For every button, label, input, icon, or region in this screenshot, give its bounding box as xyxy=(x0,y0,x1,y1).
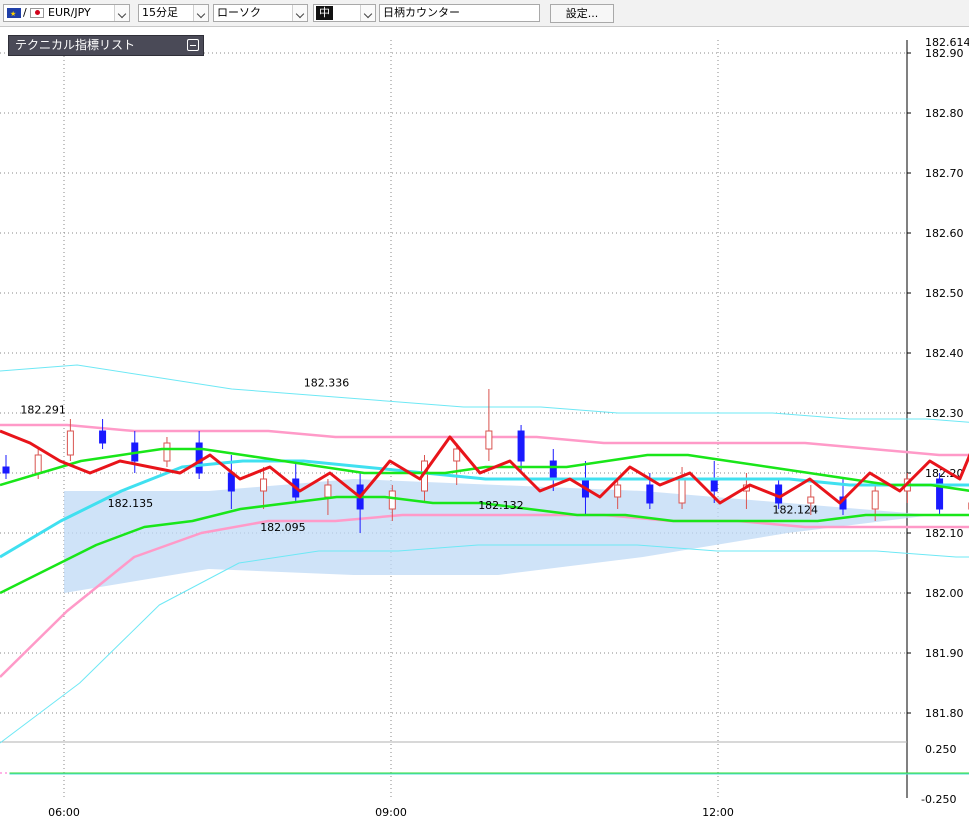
indicator-panel-title: テクニカル指標リスト xyxy=(15,38,136,52)
day-counter-label: 日柄カウンター xyxy=(383,6,460,19)
price-tick-label: 181.80 xyxy=(925,707,964,720)
time-tick-label: 12:00 xyxy=(702,806,734,819)
symbol-separator: / xyxy=(23,6,27,19)
timeframe-select[interactable]: 15分足 xyxy=(138,4,209,22)
chart-style-label: ローソク xyxy=(217,6,261,19)
price-chart[interactable]: 182.90182.80182.70182.60182.50182.40182.… xyxy=(0,27,969,822)
candle-body xyxy=(807,496,815,504)
candle-body xyxy=(678,478,686,504)
time-tick-label: 06:00 xyxy=(48,806,80,819)
chart-window: / EUR/JPY 15分足 ローソク 中 日柄カウンター 設定... 182.… xyxy=(0,0,969,822)
oscillator-signal-line xyxy=(9,772,969,774)
current-price-label: 182.614 xyxy=(925,36,969,49)
candle-body xyxy=(260,478,268,492)
candle-body xyxy=(227,472,235,492)
price-tick-label: 182.00 xyxy=(925,587,964,600)
price-tick-label: 182.60 xyxy=(925,227,964,240)
candle-body xyxy=(34,454,42,474)
high-low-price-label: 182.291 xyxy=(20,403,66,416)
time-tick-label: 09:00 xyxy=(375,806,407,819)
jp-flag-icon xyxy=(30,8,44,18)
high-low-price-label: 182.124 xyxy=(773,504,819,517)
minimize-icon[interactable] xyxy=(187,39,199,51)
candle-body xyxy=(485,430,493,450)
chevron-down-icon[interactable] xyxy=(193,5,208,21)
candle-body xyxy=(453,448,461,462)
price-tick-label: 181.90 xyxy=(925,647,964,660)
high-low-price-label: 182.132 xyxy=(478,499,524,512)
chevron-down-icon[interactable] xyxy=(360,5,375,21)
candle-body xyxy=(324,484,332,498)
high-low-price-label: 182.336 xyxy=(304,376,350,389)
candle-body xyxy=(2,466,10,474)
price-tick-label: 182.70 xyxy=(925,167,964,180)
settings-button[interactable]: 設定... xyxy=(550,4,614,23)
candle-body xyxy=(549,460,557,480)
toolbar: / EUR/JPY 15分足 ローソク 中 日柄カウンター 設定... xyxy=(0,0,969,27)
day-counter-field[interactable]: 日柄カウンター xyxy=(379,4,540,22)
oscillator-tick-label: 0.250 xyxy=(925,743,957,756)
technical-indicator-panel[interactable]: テクニカル指標リスト xyxy=(8,35,204,56)
price-tick-label: 182.50 xyxy=(925,287,964,300)
high-low-price-label: 182.135 xyxy=(108,497,154,510)
price-tick-label: 182.10 xyxy=(925,527,964,540)
candle-body xyxy=(388,490,396,510)
symbol-select[interactable]: / EUR/JPY xyxy=(3,4,130,22)
candle-body xyxy=(66,430,74,456)
chart-style-select[interactable]: ローソク xyxy=(213,4,308,22)
bollinger-outer-upper-line xyxy=(0,364,969,423)
symbol-label: EUR/JPY xyxy=(48,6,91,19)
candle-body xyxy=(99,430,107,444)
price-tick-label: 182.40 xyxy=(925,347,964,360)
line-width-select[interactable]: 中 xyxy=(313,4,376,22)
candle-body xyxy=(195,442,203,474)
candle-body xyxy=(710,478,718,492)
price-tick-label: 182.30 xyxy=(925,407,964,420)
moving-average-short xyxy=(0,429,969,505)
price-tick-label: 182.80 xyxy=(925,107,964,120)
candle-body xyxy=(614,484,622,498)
eu-flag-icon xyxy=(7,6,21,21)
candle-body xyxy=(163,442,171,462)
candle-body xyxy=(775,484,783,504)
oscillator-tick-label: -0.250 xyxy=(921,793,956,806)
timeframe-label: 15分足 xyxy=(142,6,178,19)
candle-body xyxy=(517,430,525,462)
line-width-label: 中 xyxy=(316,6,333,20)
candle-body xyxy=(871,490,879,510)
high-low-price-label: 182.095 xyxy=(260,521,306,534)
chevron-down-icon[interactable] xyxy=(292,5,307,21)
moving-average-mid xyxy=(0,447,969,492)
candle-body xyxy=(646,484,654,504)
chevron-down-icon[interactable] xyxy=(114,5,129,21)
